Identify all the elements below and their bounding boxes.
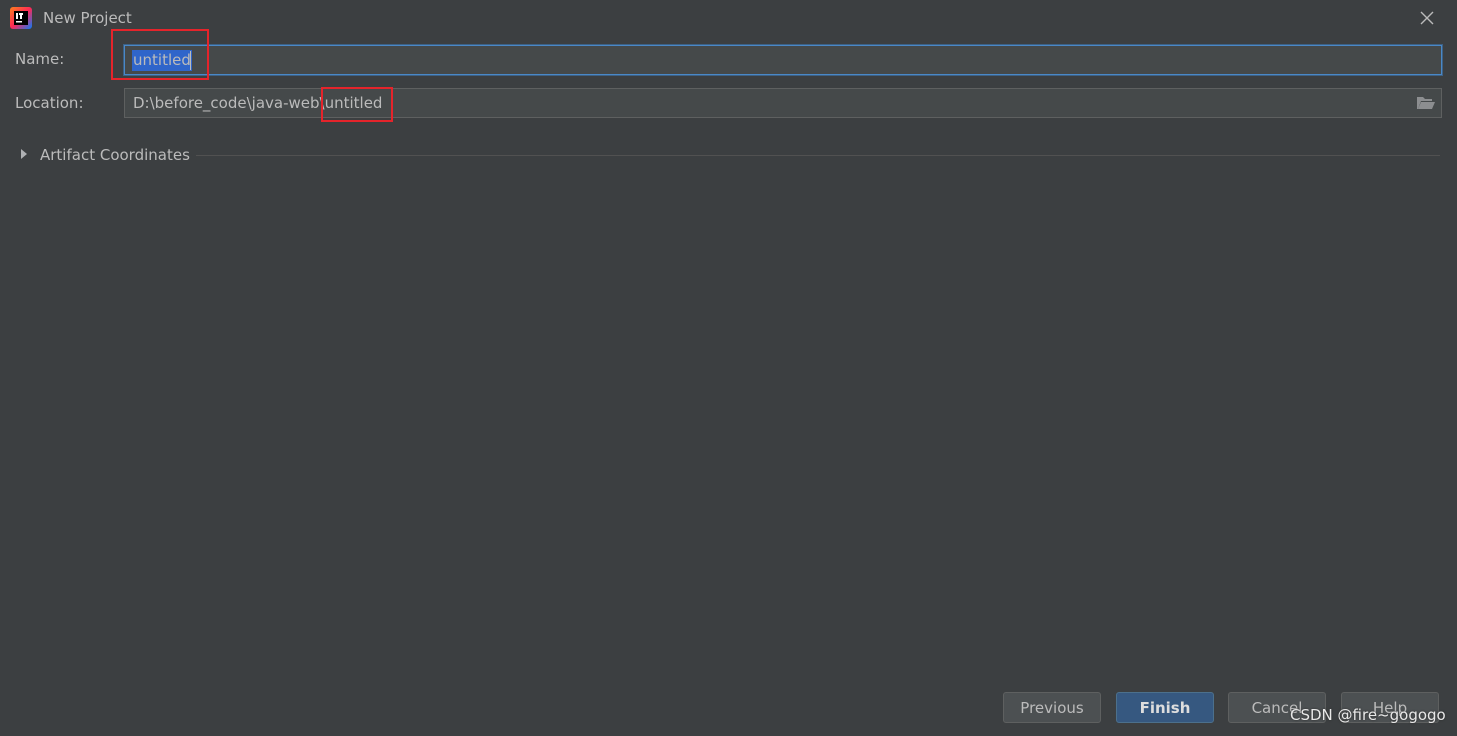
watermark: CSDN @fire~gogogo <box>1290 706 1446 724</box>
name-input[interactable]: untitled <box>124 45 1442 75</box>
dialog-title: New Project <box>43 9 132 27</box>
highlight-box-location <box>321 87 393 122</box>
artifact-coordinates-label: Artifact Coordinates <box>40 146 190 164</box>
folder-icon[interactable] <box>1415 93 1437 113</box>
title-bar: New Project <box>0 0 1457 36</box>
location-path-prefix: D:\before_code\java-web\ <box>133 94 325 112</box>
close-icon[interactable] <box>1417 8 1437 28</box>
new-project-dialog: New Project Name: untitled Location: D:\… <box>0 0 1457 736</box>
section-divider <box>196 155 1440 156</box>
expand-triangle-icon <box>21 149 27 159</box>
name-label: Name: <box>15 50 65 68</box>
artifact-coordinates-toggle[interactable]: Artifact Coordinates <box>18 143 1440 167</box>
previous-button[interactable]: Previous <box>1003 692 1101 723</box>
highlight-box-name <box>111 29 209 80</box>
intellij-idea-icon <box>10 7 32 29</box>
location-label: Location: <box>15 94 84 112</box>
finish-button[interactable]: Finish <box>1116 692 1214 723</box>
